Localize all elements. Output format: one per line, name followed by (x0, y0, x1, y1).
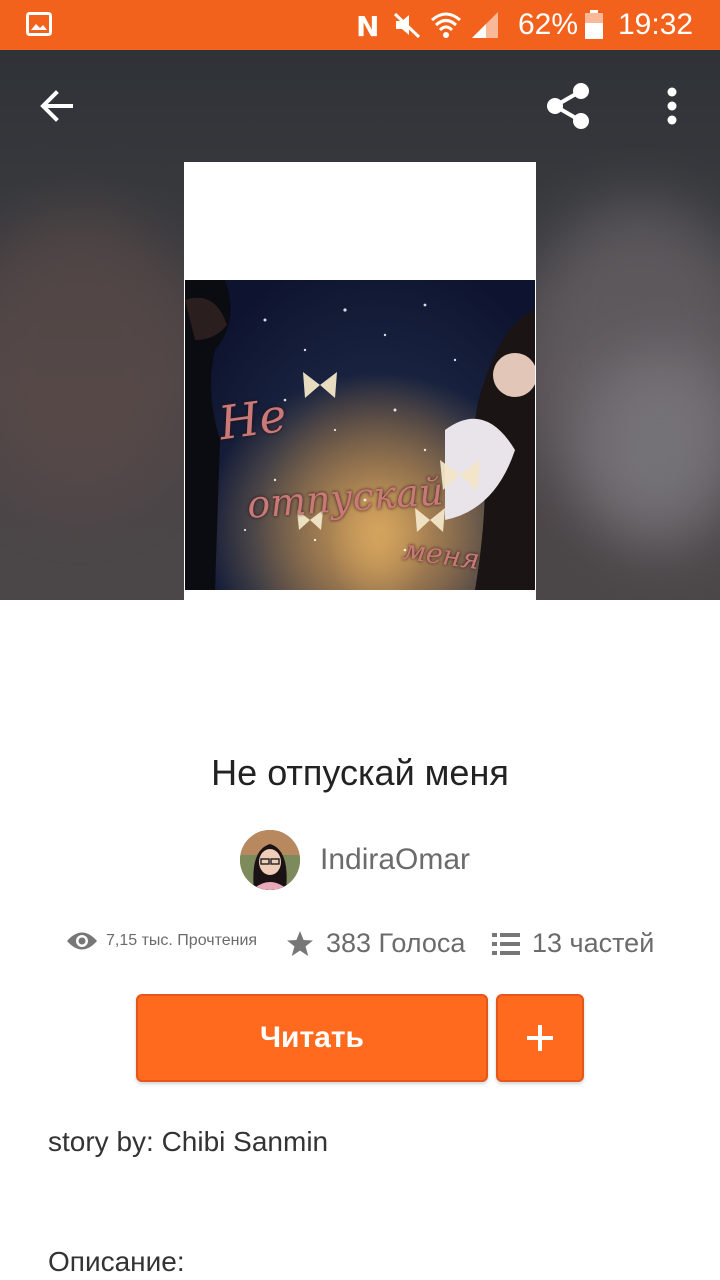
back-arrow-icon (40, 90, 73, 122)
status-bar: N 62% 19:32 (0, 0, 720, 50)
parts-count: 13 частей (532, 928, 655, 958)
story-byline: story by: Chibi Sanmin (48, 1126, 329, 1157)
cover-artwork: Не отпускай меня (185, 280, 535, 590)
eye-icon (67, 932, 97, 950)
wifi-icon (431, 12, 461, 38)
votes-stat: 383 Голоса (286, 928, 465, 959)
svg-text:N: N (356, 10, 379, 40)
plus-icon (527, 1025, 553, 1051)
description-heading: Описание: (48, 1246, 185, 1277)
more-options-button[interactable] (648, 76, 696, 136)
share-button[interactable] (536, 76, 600, 136)
votes-count: 383 Голоса (326, 928, 466, 958)
reads-stat: 7,15 тыс. Прочтения (66, 930, 257, 952)
share-icon (547, 83, 589, 129)
mute-icon (393, 12, 421, 39)
back-button[interactable] (26, 76, 86, 136)
book-cover[interactable]: Не отпускай меня (184, 162, 536, 600)
avatar[interactable] (240, 830, 300, 890)
cover-text-line-1: Не (215, 387, 290, 451)
star-icon (287, 930, 313, 956)
read-button[interactable]: Читать (136, 994, 488, 1082)
author-name[interactable]: IndiraOmar (320, 843, 470, 877)
battery-percent: 62% (518, 8, 579, 41)
list-icon (492, 932, 520, 955)
parts-stat[interactable]: 13 частей (492, 928, 654, 959)
author-row[interactable]: IndiraOmar (240, 830, 470, 890)
reads-count: 7,15 тыс. Прочтения (106, 932, 258, 949)
battery-icon (585, 10, 603, 39)
add-to-library-button[interactable] (496, 994, 584, 1082)
signal-icon (472, 12, 498, 38)
story-title: Не отпускай меня (211, 752, 509, 793)
story-stats: 7,15 тыс. Прочтения 383 Голоса 13 частей (0, 922, 720, 970)
nfc-icon: N (356, 10, 379, 40)
image-icon (26, 12, 52, 36)
more-vert-icon (667, 87, 677, 125)
clock: 19:32 (618, 8, 694, 41)
